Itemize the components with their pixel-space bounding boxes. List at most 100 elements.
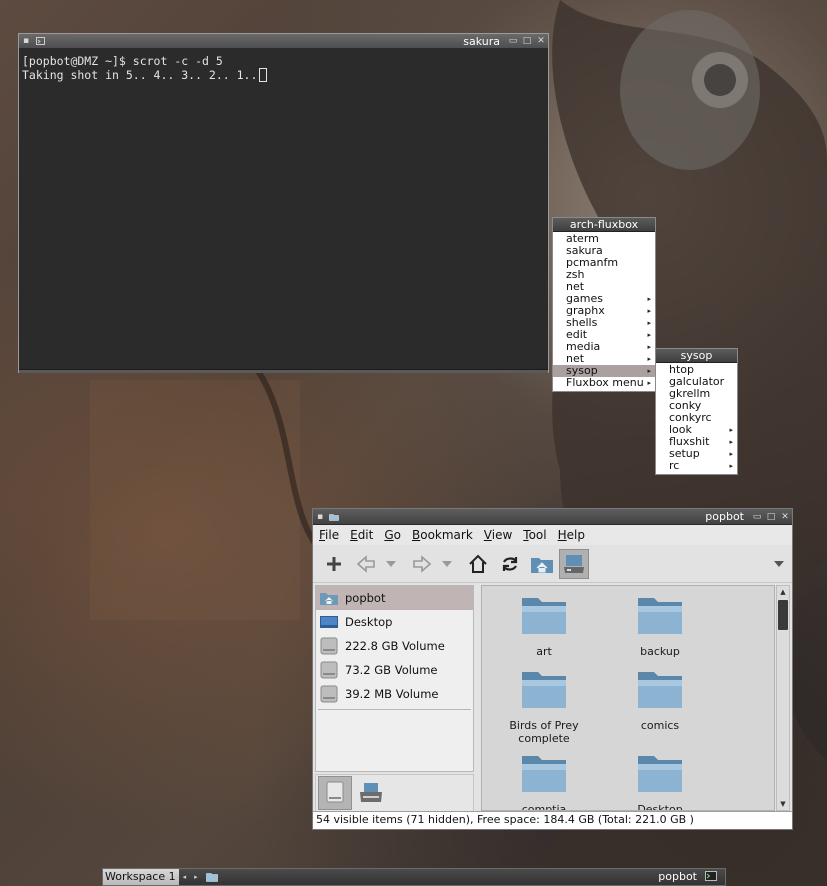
- file-item[interactable]: art: [494, 594, 594, 658]
- status-bar: 54 visible items (71 hidden), Free space…: [313, 811, 792, 829]
- places-view-button[interactable]: [527, 549, 557, 579]
- menu-edit[interactable]: Edit: [350, 528, 373, 542]
- file-item[interactable]: Desktop: [610, 752, 710, 810]
- menu-tool[interactable]: Tool: [523, 528, 546, 542]
- scroll-down-icon[interactable]: ▼: [777, 798, 789, 810]
- main-toolbar: [313, 545, 792, 583]
- terminal-output[interactable]: [popbot@DMZ ~]$ scrot -c -d 5 Taking sho…: [20, 50, 547, 370]
- show-places-button[interactable]: [318, 776, 352, 810]
- folder-icon: [522, 598, 566, 634]
- file-name: backup: [640, 645, 680, 658]
- fluxbox-toolbar: Workspace 1 ◂ ▸ popbot: [102, 868, 726, 886]
- back-button[interactable]: [351, 549, 381, 579]
- menu-mnemonic: V: [483, 528, 492, 542]
- chevron-down-icon: [386, 560, 396, 567]
- place-item-volume-222[interactable]: 222.8 GB Volume: [316, 634, 473, 658]
- drive-icon: [326, 781, 344, 803]
- terminal-line-text: Taking shot in 5.. 4.. 3.. 2.. 1..: [22, 68, 258, 82]
- menu-label: dit: [357, 528, 374, 542]
- minimize-icon[interactable]: ▭: [752, 512, 762, 522]
- menu-view[interactable]: View: [484, 528, 512, 542]
- folder-icon: [638, 598, 682, 634]
- maximize-icon[interactable]: □: [522, 36, 532, 46]
- file-item[interactable]: comics: [610, 668, 710, 732]
- menu-mnemonic: E: [350, 528, 358, 542]
- file-item[interactable]: comptia: [494, 752, 594, 810]
- menu-help[interactable]: Help: [558, 528, 585, 542]
- forward-button[interactable]: [407, 549, 437, 579]
- next-workspace-icon[interactable]: ▸: [194, 873, 198, 881]
- reload-button[interactable]: [495, 549, 525, 579]
- close-icon[interactable]: ✕: [780, 512, 790, 522]
- stick-icon[interactable]: ▪: [21, 36, 31, 46]
- place-item-desktop[interactable]: Desktop: [316, 610, 473, 634]
- directory-tree-button[interactable]: [559, 548, 589, 579]
- submenu-arrow-icon: ▸: [647, 343, 651, 351]
- terminal-tray-icon[interactable]: [705, 870, 717, 884]
- terminal-window[interactable]: ▪ sakura ▭ □ ✕ [popbot@DMZ ~]$ scrot -c …: [18, 33, 549, 373]
- minimize-icon[interactable]: ▭: [508, 36, 518, 46]
- menu-file[interactable]: File: [319, 528, 339, 542]
- taskbar-item-title: popbot: [658, 870, 697, 883]
- text-cursor: [259, 68, 268, 82]
- sysop-menu-title: sysop: [656, 349, 737, 363]
- resize-grip[interactable]: [19, 369, 548, 373]
- sysop-submenu: sysop htop galculator gkrellm conky conk…: [655, 348, 738, 475]
- menu-item-rc[interactable]: rc ▸: [656, 460, 737, 472]
- file-item[interactable]: backup: [610, 594, 710, 658]
- folder-app-icon: [205, 873, 218, 882]
- folder-icon: [638, 756, 682, 792]
- maximize-icon[interactable]: □: [766, 512, 776, 522]
- place-item-volume-39[interactable]: 39.2 MB Volume: [316, 682, 473, 706]
- window-title: popbot: [705, 510, 744, 523]
- menu-bookmark[interactable]: Bookmark: [412, 528, 473, 542]
- workspace-name[interactable]: Workspace 1: [103, 869, 179, 885]
- submenu-arrow-icon: ▸: [647, 295, 651, 303]
- place-item-popbot[interactable]: popbot: [316, 586, 473, 610]
- submenu-arrow-icon: ▸: [647, 379, 651, 387]
- file-manager-titlebar[interactable]: ▪ popbot ▭ □ ✕: [313, 509, 792, 525]
- vertical-scrollbar[interactable]: ▲ ▼: [776, 585, 790, 811]
- forward-history-button[interactable]: [439, 549, 455, 579]
- submenu-arrow-icon: ▸: [729, 426, 733, 434]
- submenu-arrow-icon: ▸: [729, 462, 733, 470]
- file-item[interactable]: Birds of Prey complete: [494, 668, 594, 745]
- place-label: popbot: [345, 591, 386, 605]
- place-item-volume-73[interactable]: 73.2 GB Volume: [316, 658, 473, 682]
- scrollbar-thumb[interactable]: [778, 600, 788, 630]
- new-tab-button[interactable]: [319, 549, 349, 579]
- close-icon[interactable]: ✕: [536, 36, 546, 46]
- menu-go[interactable]: Go: [384, 528, 401, 542]
- home-folder-icon: [319, 590, 339, 607]
- file-name: art: [536, 645, 552, 658]
- desktop-icon: [319, 614, 339, 631]
- back-history-button[interactable]: [383, 549, 399, 579]
- home-icon: [469, 554, 487, 573]
- place-label: Desktop: [345, 615, 393, 629]
- toolbar-overflow-button[interactable]: [774, 557, 784, 570]
- place-label: 39.2 MB Volume: [345, 687, 439, 701]
- menu-label: elp: [566, 528, 585, 542]
- submenu-arrow-icon: ▸: [647, 331, 651, 339]
- taskbar-item[interactable]: popbot: [202, 869, 705, 885]
- menu-mnemonic: B: [412, 528, 421, 542]
- submenu-arrow-icon: ▸: [647, 307, 651, 315]
- file-name: Birds of Prey complete: [509, 719, 579, 745]
- file-icon-view[interactable]: art backup Birds of Prey complete comics…: [481, 585, 775, 811]
- submenu-arrow-icon: ▸: [729, 438, 733, 446]
- folder-icon: [522, 672, 566, 708]
- file-manager-window[interactable]: ▪ popbot ▭ □ ✕ File Edit Go Bookmark Vie…: [312, 508, 793, 830]
- place-label: 73.2 GB Volume: [345, 663, 438, 677]
- place-label: 222.8 GB Volume: [345, 639, 445, 653]
- file-name: comics: [640, 719, 680, 732]
- refresh-icon: [502, 556, 518, 571]
- show-tree-button[interactable]: [354, 776, 388, 810]
- scroll-up-icon[interactable]: ▲: [777, 586, 789, 598]
- prev-workspace-icon[interactable]: ◂: [183, 873, 187, 881]
- home-button[interactable]: [463, 549, 493, 579]
- menu-item-fluxbox-menu[interactable]: Fluxbox menu ▸: [553, 377, 655, 389]
- terminal-titlebar[interactable]: ▪ sakura ▭ □ ✕: [19, 34, 548, 49]
- submenu-arrow-icon: ▸: [647, 355, 651, 363]
- stick-icon[interactable]: ▪: [315, 512, 325, 522]
- printer-drive-icon: [360, 783, 382, 802]
